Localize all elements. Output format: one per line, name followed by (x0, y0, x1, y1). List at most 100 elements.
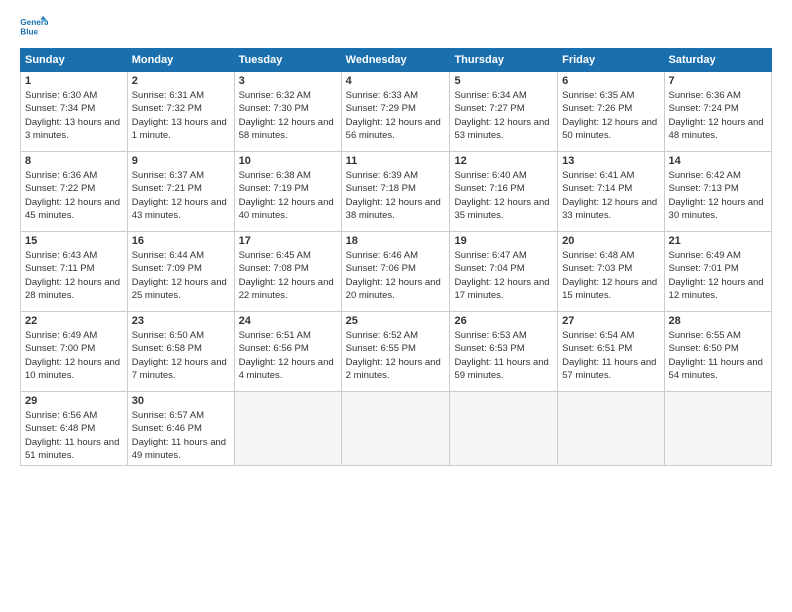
day-info: Sunrise: 6:47 AMSunset: 7:04 PMDaylight:… (454, 249, 553, 302)
calendar-day-cell: 15 Sunrise: 6:43 AMSunset: 7:11 PMDaylig… (21, 232, 128, 312)
day-number: 23 (132, 315, 230, 327)
day-info: Sunrise: 6:49 AMSunset: 7:00 PMDaylight:… (25, 329, 123, 382)
page-container: General Blue SundayMondayTuesdayWednesda… (0, 0, 792, 612)
day-info: Sunrise: 6:45 AMSunset: 7:08 PMDaylight:… (239, 249, 337, 302)
calendar-day-cell: 29 Sunrise: 6:56 AMSunset: 6:48 PMDaylig… (21, 392, 128, 466)
day-number: 2 (132, 75, 230, 87)
day-info: Sunrise: 6:43 AMSunset: 7:11 PMDaylight:… (25, 249, 123, 302)
calendar-day-cell (341, 392, 450, 466)
day-info: Sunrise: 6:32 AMSunset: 7:30 PMDaylight:… (239, 89, 337, 142)
day-info: Sunrise: 6:42 AMSunset: 7:13 PMDaylight:… (669, 169, 767, 222)
calendar-day-cell: 12 Sunrise: 6:40 AMSunset: 7:16 PMDaylig… (450, 152, 558, 232)
calendar-day-cell: 25 Sunrise: 6:52 AMSunset: 6:55 PMDaylig… (341, 312, 450, 392)
calendar-day-cell: 2 Sunrise: 6:31 AMSunset: 7:32 PMDayligh… (127, 72, 234, 152)
day-number: 8 (25, 155, 123, 167)
calendar-day-cell: 10 Sunrise: 6:38 AMSunset: 7:19 PMDaylig… (234, 152, 341, 232)
day-number: 26 (454, 315, 553, 327)
day-number: 13 (562, 155, 659, 167)
day-info: Sunrise: 6:31 AMSunset: 7:32 PMDaylight:… (132, 89, 230, 142)
calendar-day-cell: 14 Sunrise: 6:42 AMSunset: 7:13 PMDaylig… (664, 152, 771, 232)
svg-text:Blue: Blue (20, 27, 38, 36)
day-info: Sunrise: 6:57 AMSunset: 6:46 PMDaylight:… (132, 409, 230, 462)
calendar-week-row: 15 Sunrise: 6:43 AMSunset: 7:11 PMDaylig… (21, 232, 772, 312)
logo-icon: General Blue (20, 16, 48, 38)
day-number: 20 (562, 235, 659, 247)
calendar-day-cell: 4 Sunrise: 6:33 AMSunset: 7:29 PMDayligh… (341, 72, 450, 152)
calendar-day-cell: 21 Sunrise: 6:49 AMSunset: 7:01 PMDaylig… (664, 232, 771, 312)
day-info: Sunrise: 6:44 AMSunset: 7:09 PMDaylight:… (132, 249, 230, 302)
day-number: 4 (346, 75, 446, 87)
day-info: Sunrise: 6:38 AMSunset: 7:19 PMDaylight:… (239, 169, 337, 222)
calendar-day-cell: 9 Sunrise: 6:37 AMSunset: 7:21 PMDayligh… (127, 152, 234, 232)
day-number: 27 (562, 315, 659, 327)
day-number: 22 (25, 315, 123, 327)
calendar-day-cell: 8 Sunrise: 6:36 AMSunset: 7:22 PMDayligh… (21, 152, 128, 232)
day-info: Sunrise: 6:39 AMSunset: 7:18 PMDaylight:… (346, 169, 446, 222)
calendar-day-cell: 13 Sunrise: 6:41 AMSunset: 7:14 PMDaylig… (558, 152, 664, 232)
calendar-day-cell (234, 392, 341, 466)
calendar-day-cell: 20 Sunrise: 6:48 AMSunset: 7:03 PMDaylig… (558, 232, 664, 312)
calendar-day-cell: 11 Sunrise: 6:39 AMSunset: 7:18 PMDaylig… (341, 152, 450, 232)
weekday-header: Sunday (21, 49, 128, 72)
day-number: 18 (346, 235, 446, 247)
day-number: 21 (669, 235, 767, 247)
calendar-week-row: 29 Sunrise: 6:56 AMSunset: 6:48 PMDaylig… (21, 392, 772, 466)
calendar-day-cell (664, 392, 771, 466)
day-info: Sunrise: 6:53 AMSunset: 6:53 PMDaylight:… (454, 329, 553, 382)
calendar-header-row: SundayMondayTuesdayWednesdayThursdayFrid… (21, 49, 772, 72)
calendar-day-cell: 17 Sunrise: 6:45 AMSunset: 7:08 PMDaylig… (234, 232, 341, 312)
day-number: 6 (562, 75, 659, 87)
calendar-week-row: 8 Sunrise: 6:36 AMSunset: 7:22 PMDayligh… (21, 152, 772, 232)
calendar-day-cell: 5 Sunrise: 6:34 AMSunset: 7:27 PMDayligh… (450, 72, 558, 152)
calendar-day-cell: 23 Sunrise: 6:50 AMSunset: 6:58 PMDaylig… (127, 312, 234, 392)
calendar-day-cell: 1 Sunrise: 6:30 AMSunset: 7:34 PMDayligh… (21, 72, 128, 152)
day-info: Sunrise: 6:33 AMSunset: 7:29 PMDaylight:… (346, 89, 446, 142)
calendar-day-cell: 19 Sunrise: 6:47 AMSunset: 7:04 PMDaylig… (450, 232, 558, 312)
day-number: 15 (25, 235, 123, 247)
day-info: Sunrise: 6:51 AMSunset: 6:56 PMDaylight:… (239, 329, 337, 382)
day-number: 3 (239, 75, 337, 87)
day-info: Sunrise: 6:55 AMSunset: 6:50 PMDaylight:… (669, 329, 767, 382)
weekday-header: Tuesday (234, 49, 341, 72)
calendar-day-cell: 27 Sunrise: 6:54 AMSunset: 6:51 PMDaylig… (558, 312, 664, 392)
day-number: 9 (132, 155, 230, 167)
calendar-day-cell: 7 Sunrise: 6:36 AMSunset: 7:24 PMDayligh… (664, 72, 771, 152)
day-info: Sunrise: 6:36 AMSunset: 7:22 PMDaylight:… (25, 169, 123, 222)
day-number: 28 (669, 315, 767, 327)
calendar-week-row: 1 Sunrise: 6:30 AMSunset: 7:34 PMDayligh… (21, 72, 772, 152)
day-info: Sunrise: 6:30 AMSunset: 7:34 PMDaylight:… (25, 89, 123, 142)
day-info: Sunrise: 6:37 AMSunset: 7:21 PMDaylight:… (132, 169, 230, 222)
day-info: Sunrise: 6:36 AMSunset: 7:24 PMDaylight:… (669, 89, 767, 142)
day-info: Sunrise: 6:52 AMSunset: 6:55 PMDaylight:… (346, 329, 446, 382)
calendar-day-cell: 18 Sunrise: 6:46 AMSunset: 7:06 PMDaylig… (341, 232, 450, 312)
day-number: 12 (454, 155, 553, 167)
calendar-day-cell: 16 Sunrise: 6:44 AMSunset: 7:09 PMDaylig… (127, 232, 234, 312)
calendar-day-cell: 3 Sunrise: 6:32 AMSunset: 7:30 PMDayligh… (234, 72, 341, 152)
calendar-day-cell: 22 Sunrise: 6:49 AMSunset: 7:00 PMDaylig… (21, 312, 128, 392)
day-info: Sunrise: 6:50 AMSunset: 6:58 PMDaylight:… (132, 329, 230, 382)
day-info: Sunrise: 6:40 AMSunset: 7:16 PMDaylight:… (454, 169, 553, 222)
calendar-table: SundayMondayTuesdayWednesdayThursdayFrid… (20, 48, 772, 466)
calendar-day-cell (558, 392, 664, 466)
calendar-day-cell: 6 Sunrise: 6:35 AMSunset: 7:26 PMDayligh… (558, 72, 664, 152)
day-number: 1 (25, 75, 123, 87)
day-info: Sunrise: 6:54 AMSunset: 6:51 PMDaylight:… (562, 329, 659, 382)
day-info: Sunrise: 6:46 AMSunset: 7:06 PMDaylight:… (346, 249, 446, 302)
weekday-header: Monday (127, 49, 234, 72)
weekday-header: Saturday (664, 49, 771, 72)
day-number: 11 (346, 155, 446, 167)
day-info: Sunrise: 6:41 AMSunset: 7:14 PMDaylight:… (562, 169, 659, 222)
day-number: 29 (25, 395, 123, 407)
day-info: Sunrise: 6:48 AMSunset: 7:03 PMDaylight:… (562, 249, 659, 302)
page-header: General Blue (20, 16, 772, 38)
day-number: 16 (132, 235, 230, 247)
logo: General Blue (20, 16, 52, 38)
day-info: Sunrise: 6:34 AMSunset: 7:27 PMDaylight:… (454, 89, 553, 142)
day-number: 14 (669, 155, 767, 167)
calendar-day-cell: 30 Sunrise: 6:57 AMSunset: 6:46 PMDaylig… (127, 392, 234, 466)
calendar-body: 1 Sunrise: 6:30 AMSunset: 7:34 PMDayligh… (21, 72, 772, 466)
day-number: 24 (239, 315, 337, 327)
day-number: 5 (454, 75, 553, 87)
calendar-day-cell: 28 Sunrise: 6:55 AMSunset: 6:50 PMDaylig… (664, 312, 771, 392)
weekday-header: Friday (558, 49, 664, 72)
